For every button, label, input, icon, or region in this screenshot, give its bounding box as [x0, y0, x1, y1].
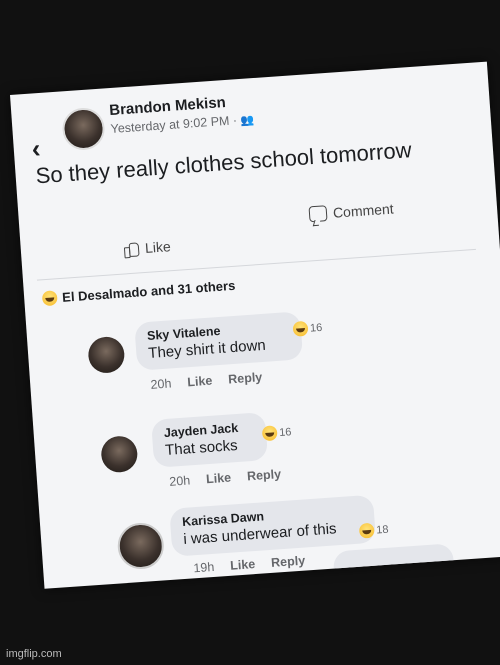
comment-label: Comment: [332, 200, 395, 221]
reaction-count-text: 16: [309, 321, 323, 335]
watermark: imgflip.com: [6, 648, 62, 660]
haha-emoji-icon: [358, 522, 375, 539]
reaction-count[interactable]: 18: [358, 522, 389, 539]
comment-reply-button[interactable]: Reply: [271, 554, 306, 570]
comment-like-button[interactable]: Like: [230, 557, 256, 573]
comment-bubble[interactable]: Karissa Dawn i was underwear of this: [169, 494, 377, 557]
avatar[interactable]: [61, 106, 106, 152]
comment-text: That socks: [164, 437, 239, 460]
comment-like-button[interactable]: Like: [206, 471, 232, 487]
like-button[interactable]: Like: [122, 238, 171, 257]
comment-like-button[interactable]: Like: [187, 374, 213, 390]
comment-time: 20h: [150, 376, 172, 392]
friends-icon: 👥: [240, 114, 255, 127]
haha-emoji-icon: [261, 425, 278, 442]
comment-time: 20h: [168, 473, 191, 489]
comment-bubble[interactable]: Sky Vitalene They shirt it down: [134, 311, 304, 371]
comment-reply-button[interactable]: Reply: [247, 467, 282, 483]
reaction-count-text: 18: [375, 523, 389, 536]
comment-reply-button[interactable]: Reply: [228, 370, 263, 386]
thumbs-up-icon: [122, 240, 139, 257]
haha-emoji-icon: [292, 320, 309, 337]
comment-actions: 20h Like Reply: [150, 370, 263, 392]
reactions-text: El Desalmado and 31 others: [61, 277, 236, 305]
avatar[interactable]: [87, 335, 126, 375]
comment-icon: [308, 205, 328, 223]
reaction-count[interactable]: 16: [261, 424, 292, 442]
comment-button[interactable]: Comment: [308, 200, 395, 223]
haha-emoji-icon: [41, 290, 58, 307]
comment-time: 19h: [192, 559, 215, 576]
divider: [36, 248, 476, 281]
reactions-summary[interactable]: El Desalmado and 31 others: [41, 277, 236, 307]
phone-screen: ‹ Brandon Mekisn Yesterday at 9:02 PM · …: [10, 61, 500, 589]
reaction-count-text: 16: [278, 425, 292, 439]
like-label: Like: [144, 238, 172, 256]
comment-bubble[interactable]: Jayden Jack That socks: [151, 412, 269, 468]
comment-actions: 20h Like Reply: [169, 467, 282, 489]
avatar[interactable]: [116, 521, 166, 571]
chevron-left-icon[interactable]: ‹: [31, 133, 42, 165]
reaction-count[interactable]: 16: [292, 320, 323, 337]
avatar[interactable]: [100, 435, 139, 474]
